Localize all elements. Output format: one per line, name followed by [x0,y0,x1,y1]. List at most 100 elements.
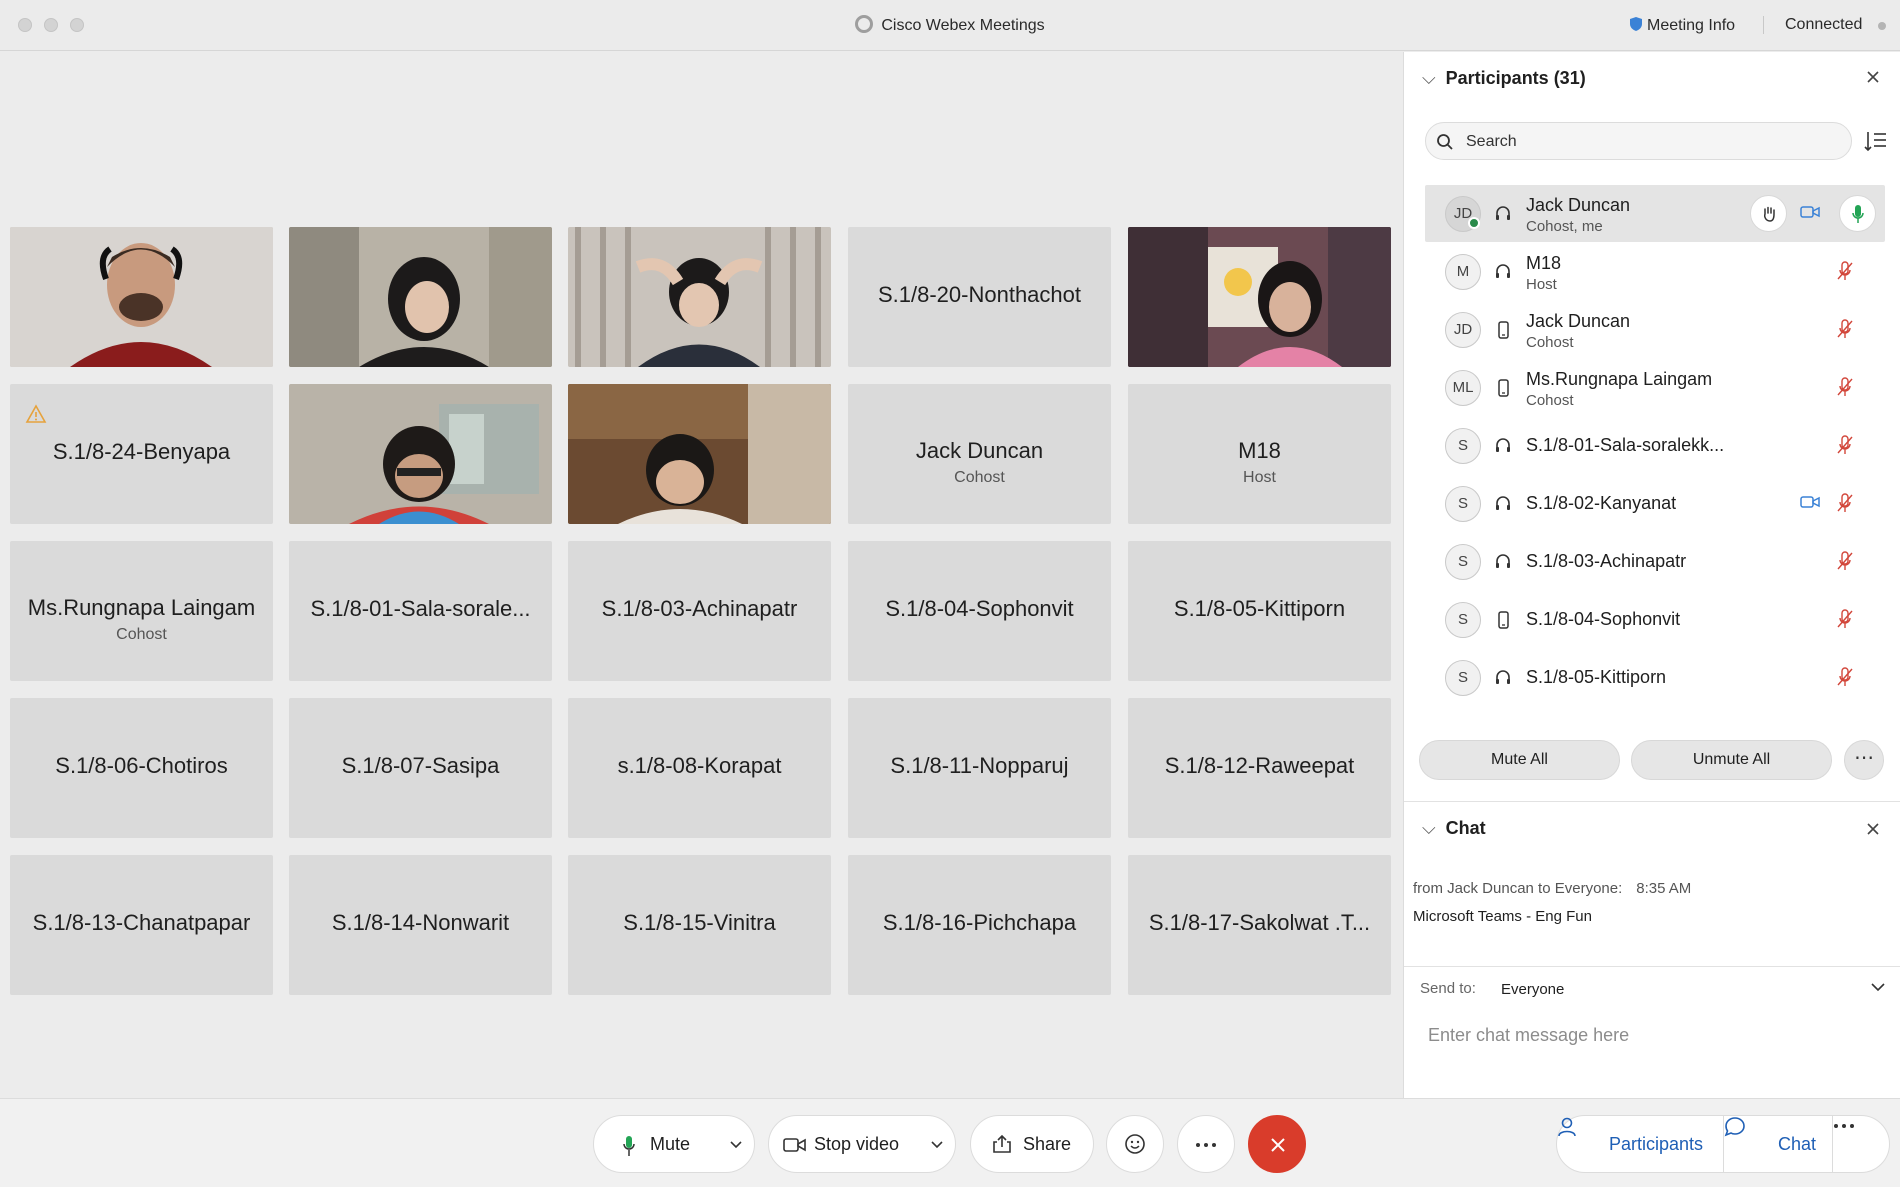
video-tile[interactable]: S.1/8-20-Nonthachot [848,227,1111,367]
tile-name: S.1/8-04-Sophonvit [885,596,1074,621]
mute-all-button[interactable]: Mute All [1419,740,1620,780]
participant-role: Cohost [1526,392,1574,409]
microphone-muted-icon[interactable] [1837,493,1853,513]
video-on-icon[interactable] [1800,495,1820,509]
tile-name: S.1/8-01-Sala-sorale... [310,596,531,621]
webex-logo-icon [855,15,874,33]
share-label: Share [1023,1134,1072,1154]
participant-name: S.1/8-02-Kanyanat [1526,493,1677,513]
tile-name: S.1/8-16-Pichchapa [882,910,1077,935]
participants-panel-button[interactable]: Participants [1556,1115,1724,1173]
participant-row[interactable]: M M18 Host [1425,243,1885,300]
avatar: S [1445,660,1481,696]
video-tile[interactable]: S.1/8-14-Nonwarit [289,855,552,995]
participant-row[interactable]: JD Jack Duncan Cohost, me [1425,185,1885,242]
video-tile[interactable] [10,227,273,367]
headset-icon [1496,206,1510,220]
chat-sender: from Jack Duncan to Everyone: [1413,880,1623,897]
chevron-down-icon[interactable] [730,1141,742,1149]
avatar: JD [1445,312,1481,348]
chevron-down-icon[interactable] [931,1141,943,1149]
microphone-muted-icon[interactable] [1837,377,1853,397]
tile-name: S.1/8-13-Chanatpapar [32,910,251,935]
video-tile[interactable]: S.1/8-05-Kittiporn [1128,541,1391,681]
chevron-down-icon[interactable] [1870,982,1886,992]
participant-row[interactable]: S S.1/8-03-Achinapatr [1425,533,1885,590]
participant-row[interactable]: S S.1/8-04-Sophonvit [1425,591,1885,648]
video-on-icon[interactable] [1800,205,1820,219]
video-tile[interactable]: S.1/8-24-Benyapa [10,384,273,524]
headset-icon [1496,670,1510,684]
video-tile[interactable]: S.1/8-07-Sasipa [289,698,552,838]
stop-video-button[interactable]: Stop video [768,1115,956,1173]
video-tile[interactable]: S.1/8-15-Vinitra [568,855,831,995]
video-tile[interactable]: M18 Host [1128,384,1391,524]
video-tile[interactable]: S.1/8-17-Sakolwat .T... [1128,855,1391,995]
leave-meeting-button[interactable] [1248,1115,1306,1173]
participant-row[interactable]: S S.1/8-02-Kanyanat [1425,475,1885,532]
participants-header[interactable]: ⌵ Participants (31) [1422,68,1586,89]
warning-icon [25,404,47,423]
window-title: Cisco Webex Meetings [0,15,1900,35]
microphone-muted-icon[interactable] [1837,551,1853,571]
share-button[interactable]: Share [970,1115,1094,1173]
video-tile[interactable]: S.1/8-16-Pichchapa [848,855,1111,995]
video-camera-icon [783,1138,806,1152]
microphone-muted-icon[interactable] [1837,435,1853,455]
unmute-all-button[interactable]: Unmute All [1631,740,1832,780]
video-tile[interactable] [568,227,831,367]
send-to-select[interactable]: Everyone [1501,981,1564,998]
participants-more-button[interactable]: ⋯ [1844,740,1884,780]
more-icon [1196,1143,1216,1147]
search-input[interactable] [1466,131,1836,153]
more-icon [1834,1124,1854,1128]
participant-search[interactable] [1425,122,1852,160]
avatar: S [1445,602,1481,638]
chat-header[interactable]: ⌵ Chat [1422,818,1486,839]
video-tile[interactable]: S.1/8-03-Achinapatr [568,541,831,681]
video-tile[interactable]: S.1/8-11-Nopparuj [848,698,1111,838]
video-tile[interactable] [289,227,552,367]
participant-video [1128,227,1391,367]
microphone-muted-icon[interactable] [1837,609,1853,629]
video-tile[interactable] [568,384,831,524]
chat-input[interactable] [1428,1020,1868,1050]
meeting-info-button[interactable]: Meeting Info [1629,16,1735,35]
video-tile[interactable]: S.1/8-06-Chotiros [10,698,273,838]
video-tile[interactable]: S.1/8-13-Chanatpapar [10,855,273,995]
participant-video [568,227,831,367]
reactions-button[interactable] [1106,1115,1164,1173]
participant-name: M18 [1526,253,1562,273]
mic-button[interactable] [1839,195,1876,232]
chat-panel-button[interactable]: Chat [1723,1115,1833,1173]
video-tile[interactable]: s.1/8-08-Korapat [568,698,831,838]
video-tile[interactable] [289,384,552,524]
meeting-info-label: Meeting Info [1647,17,1736,34]
video-tile[interactable]: Jack Duncan Cohost [848,384,1111,524]
connection-indicator [1878,22,1886,30]
participant-name: Ms.Rungnapa Laingam [1526,369,1713,389]
panel-more-button[interactable] [1832,1115,1890,1173]
tile-name: S.1/8-06-Chotiros [55,753,228,778]
video-tile[interactable] [1128,227,1391,367]
participant-row[interactable]: ML Ms.Rungnapa Laingam Cohost [1425,359,1885,416]
video-tile[interactable]: Ms.Rungnapa Laingam Cohost [10,541,273,681]
tile-name: S.1/8-17-Sakolwat .T... [1148,910,1371,935]
more-options-button[interactable] [1177,1115,1235,1173]
tile-name: s.1/8-08-Korapat [617,753,782,778]
participant-row[interactable]: S S.1/8-01-Sala-soralekk... [1425,417,1885,474]
video-tile[interactable]: S.1/8-12-Raweepat [1128,698,1391,838]
mute-label: Mute [650,1134,691,1154]
microphone-muted-icon[interactable] [1837,319,1853,339]
mute-button[interactable]: Mute [593,1115,755,1173]
close-chat-button[interactable] [1866,820,1880,841]
raise-hand-button[interactable] [1750,195,1787,232]
sort-list-icon[interactable] [1864,130,1888,152]
participant-row[interactable]: S S.1/8-05-Kittiporn [1425,649,1885,706]
participant-row[interactable]: JD Jack Duncan Cohost [1425,301,1885,358]
microphone-muted-icon[interactable] [1837,261,1853,281]
microphone-muted-icon[interactable] [1837,667,1853,687]
video-tile[interactable]: S.1/8-04-Sophonvit [848,541,1111,681]
video-tile[interactable]: S.1/8-01-Sala-sorale... [289,541,552,681]
close-participants-button[interactable] [1866,68,1880,89]
